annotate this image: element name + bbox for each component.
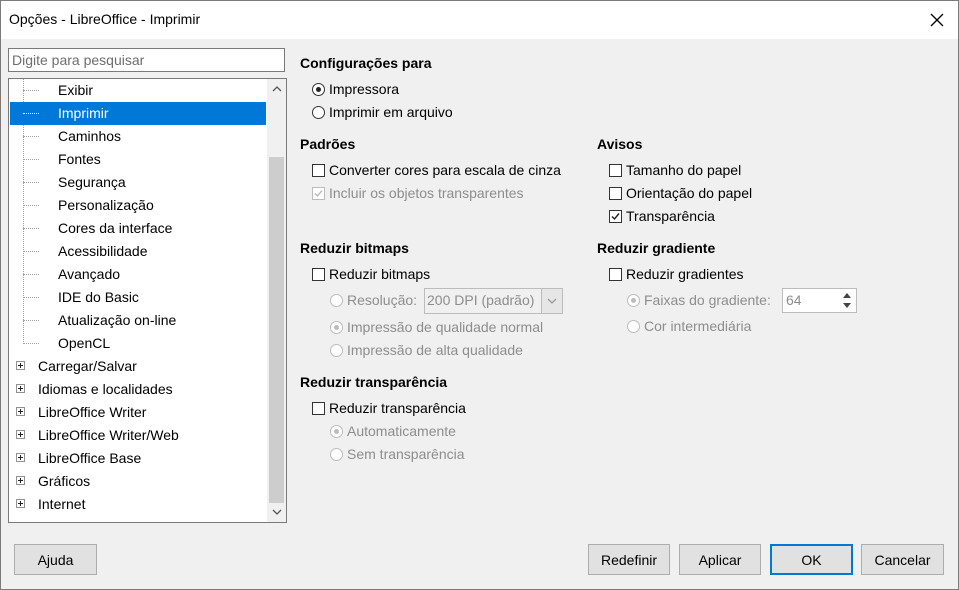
search-input[interactable]	[8, 48, 285, 72]
spin-down-icon[interactable]	[838, 300, 855, 310]
scroll-thumb[interactable]	[269, 157, 284, 503]
checkbox[interactable]	[609, 164, 622, 177]
scroll-down-icon[interactable]	[267, 502, 286, 522]
settings-for-heading: Configurações para	[300, 55, 432, 71]
expand-icon[interactable]	[16, 476, 25, 485]
cancel-button[interactable]: Cancelar	[861, 544, 944, 575]
scroll-up-icon[interactable]	[267, 79, 286, 99]
radio-button[interactable]	[330, 294, 343, 307]
checkbox[interactable]	[312, 268, 325, 281]
radio-button[interactable]	[312, 83, 325, 96]
expand-icon[interactable]	[16, 499, 25, 508]
expand-icon[interactable]	[16, 361, 25, 370]
reset-button[interactable]: Redefinir	[588, 544, 670, 575]
checkbox[interactable]	[312, 164, 325, 177]
tree-scrollbar[interactable]	[267, 79, 286, 522]
chevron-down-icon[interactable]	[541, 289, 562, 313]
window-title: Opções - LibreOffice - Imprimir	[9, 11, 201, 27]
spin-up-icon[interactable]	[838, 290, 855, 300]
close-icon[interactable]	[922, 5, 952, 35]
help-button[interactable]: Ajuda	[14, 544, 97, 575]
resolution-select[interactable]: 200 DPI (padrão)	[424, 288, 563, 314]
expand-icon[interactable]	[16, 407, 25, 416]
warnings-heading: Avisos	[597, 136, 643, 152]
reduce-transparency-heading: Reduzir transparência	[300, 374, 448, 390]
title-bar: Opções - LibreOffice - Imprimir	[1, 1, 958, 39]
apply-button[interactable]: Aplicar	[679, 544, 761, 575]
radio-button[interactable]	[330, 448, 343, 461]
radio-button[interactable]	[627, 294, 640, 307]
radio-button[interactable]	[312, 106, 325, 119]
checkbox[interactable]	[609, 187, 622, 200]
radio-button[interactable]	[330, 321, 343, 334]
expand-icon[interactable]	[16, 453, 25, 462]
ok-button[interactable]: OK	[770, 544, 853, 575]
checkmark-icon[interactable]	[609, 210, 622, 223]
reduce-bitmaps-heading: Reduzir bitmaps	[300, 240, 409, 256]
defaults-heading: Padrões	[300, 136, 356, 152]
options-tree: Exibir Imprimir Caminhos Fontes Seguranç…	[8, 78, 287, 523]
options-dialog: Opções - LibreOffice - Imprimir Exibir I…	[0, 0, 959, 590]
reduce-gradient-heading: Reduzir gradiente	[597, 240, 716, 256]
checkbox[interactable]	[312, 402, 325, 415]
expand-icon[interactable]	[16, 384, 25, 393]
radio-button[interactable]	[330, 344, 343, 357]
radio-button[interactable]	[330, 425, 343, 438]
expand-icon[interactable]	[16, 430, 25, 439]
radio-button[interactable]	[627, 320, 640, 333]
checkbox[interactable]	[609, 268, 622, 281]
gradient-stripes-spinner[interactable]: 64	[782, 288, 857, 313]
checkmark-icon[interactable]	[312, 187, 325, 200]
tree-item-imprimir[interactable]: Imprimir	[10, 102, 266, 125]
